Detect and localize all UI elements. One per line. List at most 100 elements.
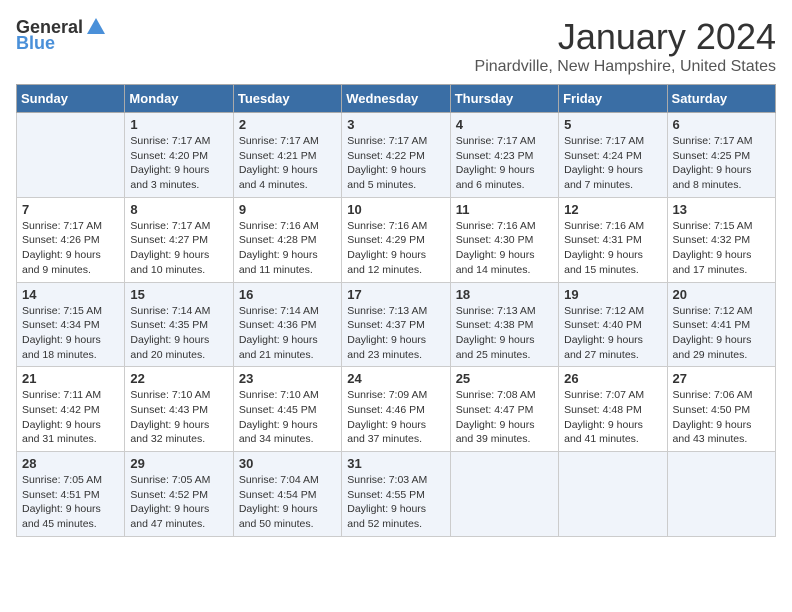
calendar-table: SundayMondayTuesdayWednesdayThursdayFrid…: [16, 84, 776, 537]
calendar-cell: 9 Sunrise: 7:16 AMSunset: 4:28 PMDaylight…: [233, 197, 341, 282]
calendar-cell: 24Sunrise: 7:09 AMSunset: 4:46 PMDayligh…: [342, 367, 450, 452]
calendar-cell: 29 Sunrise: 7:05 AMSunset: 4:52 PMDayligh…: [125, 452, 233, 537]
calendar-cell: 20Sunrise: 7:12 AMSunset: 4:41 PMDayligh…: [667, 282, 775, 367]
week-row-0: 1 Sunrise: 7:17 AMSunset: 4:20 PMDaylight…: [17, 113, 776, 198]
day-number: 10: [347, 202, 444, 217]
day-number: 24: [347, 371, 444, 386]
calendar-cell: 18 Sunrise: 7:13 AMSunset: 4:38 PMDayligh…: [450, 282, 558, 367]
day-number: 27: [673, 371, 770, 386]
cell-content: Sunrise: 7:10 AMSunset: 4:45 PMDaylight:…: [239, 388, 336, 447]
calendar-cell: [17, 113, 125, 198]
day-number: 3: [347, 117, 444, 132]
calendar-cell: 11Sunrise: 7:16 AMSunset: 4:30 PMDayligh…: [450, 197, 558, 282]
cell-content: Sunrise: 7:15 AMSunset: 4:32 PMDaylight:…: [673, 219, 770, 278]
day-number: 8: [130, 202, 227, 217]
cell-content: Sunrise: 7:07 AMSunset: 4:48 PMDaylight:…: [564, 388, 661, 447]
calendar-cell: 15 Sunrise: 7:14 AMSunset: 4:35 PMDayligh…: [125, 282, 233, 367]
header-cell-sunday: Sunday: [17, 85, 125, 113]
day-number: 9: [239, 202, 336, 217]
calendar-cell: 19 Sunrise: 7:12 AMSunset: 4:40 PMDayligh…: [559, 282, 667, 367]
calendar-cell: 31 Sunrise: 7:03 AMSunset: 4:55 PMDayligh…: [342, 452, 450, 537]
cell-content: Sunrise: 7:13 AMSunset: 4:37 PMDaylight:…: [347, 304, 444, 363]
month-title: January 2024: [475, 16, 776, 58]
day-number: 30: [239, 456, 336, 471]
day-number: 25: [456, 371, 553, 386]
calendar-cell: [667, 452, 775, 537]
calendar-cell: 5 Sunrise: 7:17 AMSunset: 4:24 PMDaylight…: [559, 113, 667, 198]
calendar-cell: 28Sunrise: 7:05 AMSunset: 4:51 PMDayligh…: [17, 452, 125, 537]
cell-content: Sunrise: 7:08 AMSunset: 4:47 PMDaylight:…: [456, 388, 553, 447]
header-cell-tuesday: Tuesday: [233, 85, 341, 113]
cell-content: Sunrise: 7:17 AMSunset: 4:24 PMDaylight:…: [564, 134, 661, 193]
cell-content: Sunrise: 7:10 AMSunset: 4:43 PMDaylight:…: [130, 388, 227, 447]
cell-content: Sunrise: 7:15 AMSunset: 4:34 PMDaylight:…: [22, 304, 119, 363]
cell-content: Sunrise: 7:17 AMSunset: 4:26 PMDaylight:…: [22, 219, 119, 278]
day-number: 21: [22, 371, 119, 386]
calendar-cell: 26 Sunrise: 7:07 AMSunset: 4:48 PMDayligh…: [559, 367, 667, 452]
header-cell-wednesday: Wednesday: [342, 85, 450, 113]
day-number: 18: [456, 287, 553, 302]
day-number: 6: [673, 117, 770, 132]
day-number: 16: [239, 287, 336, 302]
cell-content: Sunrise: 7:17 AMSunset: 4:22 PMDaylight:…: [347, 134, 444, 193]
header-row: SundayMondayTuesdayWednesdayThursdayFrid…: [17, 85, 776, 113]
cell-content: Sunrise: 7:03 AMSunset: 4:55 PMDaylight:…: [347, 473, 444, 532]
header-cell-saturday: Saturday: [667, 85, 775, 113]
day-number: 28: [22, 456, 119, 471]
cell-content: Sunrise: 7:16 AMSunset: 4:28 PMDaylight:…: [239, 219, 336, 278]
logo: General Blue: [16, 16, 107, 52]
day-number: 26: [564, 371, 661, 386]
title-area: January 2024 Pinardville, New Hampshire,…: [475, 16, 776, 76]
cell-content: Sunrise: 7:11 AMSunset: 4:42 PMDaylight:…: [22, 388, 119, 447]
location-title: Pinardville, New Hampshire, United State…: [475, 58, 776, 76]
cell-content: Sunrise: 7:06 AMSunset: 4:50 PMDaylight:…: [673, 388, 770, 447]
cell-content: Sunrise: 7:16 AMSunset: 4:31 PMDaylight:…: [564, 219, 661, 278]
cell-content: Sunrise: 7:17 AMSunset: 4:20 PMDaylight:…: [130, 134, 227, 193]
calendar-cell: 3 Sunrise: 7:17 AMSunset: 4:22 PMDaylight…: [342, 113, 450, 198]
calendar-cell: 13Sunrise: 7:15 AMSunset: 4:32 PMDayligh…: [667, 197, 775, 282]
calendar-cell: 4Sunrise: 7:17 AMSunset: 4:23 PMDaylight…: [450, 113, 558, 198]
day-number: 2: [239, 117, 336, 132]
calendar-cell: [450, 452, 558, 537]
calendar-cell: 14 Sunrise: 7:15 AMSunset: 4:34 PMDayligh…: [17, 282, 125, 367]
day-number: 23: [239, 371, 336, 386]
day-number: 7: [22, 202, 119, 217]
calendar-cell: 2Sunrise: 7:17 AMSunset: 4:21 PMDaylight…: [233, 113, 341, 198]
cell-content: Sunrise: 7:12 AMSunset: 4:40 PMDaylight:…: [564, 304, 661, 363]
week-row-1: 7 Sunrise: 7:17 AMSunset: 4:26 PMDaylight…: [17, 197, 776, 282]
calendar-cell: 16 Sunrise: 7:14 AMSunset: 4:36 PMDayligh…: [233, 282, 341, 367]
day-number: 5: [564, 117, 661, 132]
calendar-cell: 17 Sunrise: 7:13 AMSunset: 4:37 PMDayligh…: [342, 282, 450, 367]
week-row-3: 21 Sunrise: 7:11 AMSunset: 4:42 PMDayligh…: [17, 367, 776, 452]
calendar-cell: 21 Sunrise: 7:11 AMSunset: 4:42 PMDayligh…: [17, 367, 125, 452]
cell-content: Sunrise: 7:16 AMSunset: 4:30 PMDaylight:…: [456, 219, 553, 278]
calendar-cell: 8Sunrise: 7:17 AMSunset: 4:27 PMDaylight…: [125, 197, 233, 282]
cell-content: Sunrise: 7:17 AMSunset: 4:23 PMDaylight:…: [456, 134, 553, 193]
calendar-cell: 27 Sunrise: 7:06 AMSunset: 4:50 PMDayligh…: [667, 367, 775, 452]
header-cell-friday: Friday: [559, 85, 667, 113]
day-number: 14: [22, 287, 119, 302]
day-number: 12: [564, 202, 661, 217]
day-number: 1: [130, 117, 227, 132]
header-cell-thursday: Thursday: [450, 85, 558, 113]
calendar-cell: [559, 452, 667, 537]
logo-icon: [85, 16, 107, 38]
day-number: 17: [347, 287, 444, 302]
day-number: 19: [564, 287, 661, 302]
cell-content: Sunrise: 7:13 AMSunset: 4:38 PMDaylight:…: [456, 304, 553, 363]
calendar-cell: 25 Sunrise: 7:08 AMSunset: 4:47 PMDayligh…: [450, 367, 558, 452]
calendar-cell: 30 Sunrise: 7:04 AMSunset: 4:54 PMDayligh…: [233, 452, 341, 537]
cell-content: Sunrise: 7:16 AMSunset: 4:29 PMDaylight:…: [347, 219, 444, 278]
calendar-cell: 22Sunrise: 7:10 AMSunset: 4:43 PMDayligh…: [125, 367, 233, 452]
calendar-cell: 10 Sunrise: 7:16 AMSunset: 4:29 PMDayligh…: [342, 197, 450, 282]
day-number: 20: [673, 287, 770, 302]
cell-content: Sunrise: 7:14 AMSunset: 4:36 PMDaylight:…: [239, 304, 336, 363]
day-number: 29: [130, 456, 227, 471]
cell-content: Sunrise: 7:04 AMSunset: 4:54 PMDaylight:…: [239, 473, 336, 532]
calendar-cell: 23 Sunrise: 7:10 AMSunset: 4:45 PMDayligh…: [233, 367, 341, 452]
day-number: 15: [130, 287, 227, 302]
cell-content: Sunrise: 7:05 AMSunset: 4:52 PMDaylight:…: [130, 473, 227, 532]
cell-content: Sunrise: 7:14 AMSunset: 4:35 PMDaylight:…: [130, 304, 227, 363]
logo-blue: Blue: [16, 34, 55, 52]
day-number: 31: [347, 456, 444, 471]
